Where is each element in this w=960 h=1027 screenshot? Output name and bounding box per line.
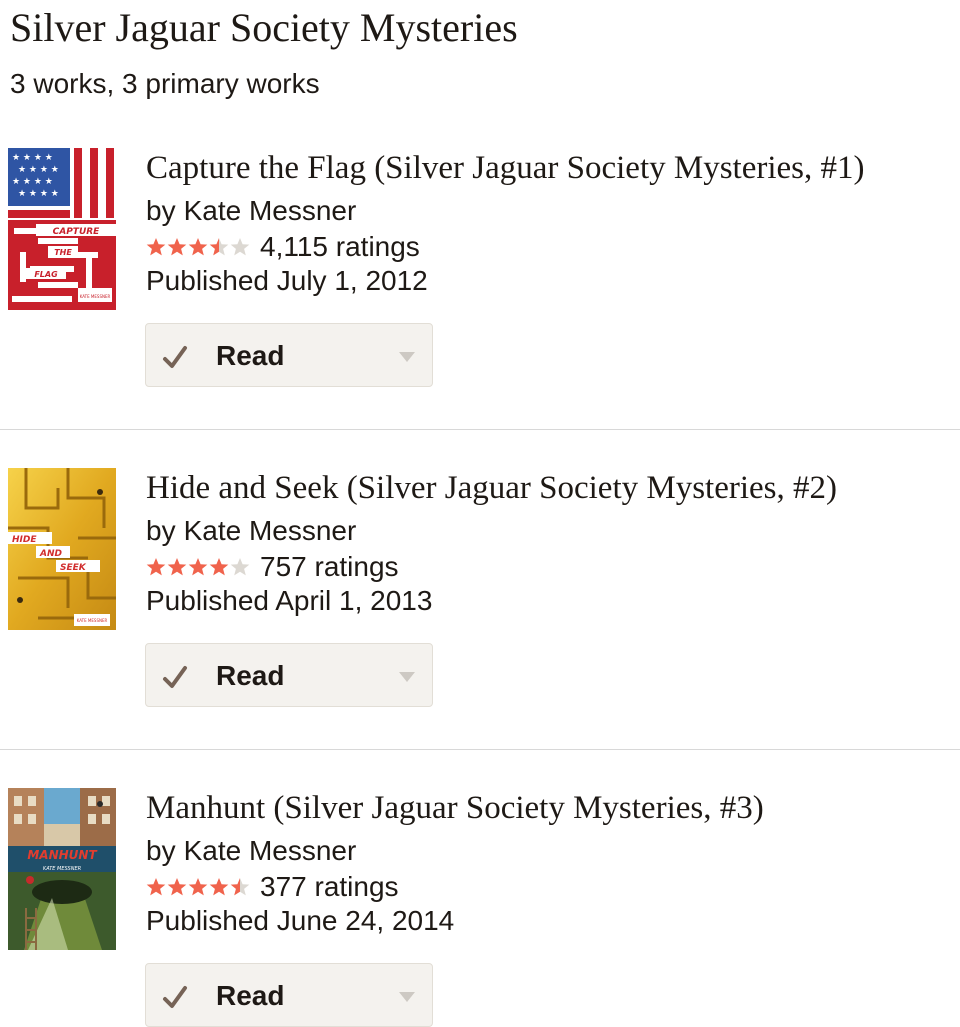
star-filled-icon	[167, 558, 187, 576]
book-cover[interactable]: MANHUNT KATE MESSNER	[8, 788, 116, 950]
star-filled-icon	[146, 238, 166, 256]
chevron-down-icon[interactable]	[399, 352, 415, 362]
star-rating	[146, 237, 250, 257]
book-title-link[interactable]: Capture the Flag (Silver Jaguar Society …	[146, 148, 865, 188]
shelf-label: Read	[216, 660, 285, 691]
star-half-icon	[230, 878, 250, 896]
author-link[interactable]: Kate Messner	[184, 835, 357, 866]
chevron-down-icon[interactable]	[399, 992, 415, 1002]
author-line: by Kate Messner	[146, 514, 356, 548]
svg-text:★ ★ ★ ★: ★ ★ ★ ★	[18, 165, 59, 175]
works-count: 3 works, 3 primary works	[10, 68, 320, 99]
shelf-label: Read	[216, 980, 285, 1011]
star-filled-icon	[188, 238, 208, 256]
divider	[0, 749, 960, 750]
chevron-down-icon[interactable]	[399, 672, 415, 682]
star-rating	[146, 877, 250, 897]
svg-text:HIDE: HIDE	[12, 535, 37, 545]
svg-text:KATE MESSNER: KATE MESSNER	[77, 618, 108, 623]
star-empty-icon	[230, 238, 250, 256]
by-label: by	[146, 835, 176, 866]
author-line: by Kate Messner	[146, 834, 356, 868]
star-half-icon	[209, 238, 229, 256]
svg-text:★ ★ ★ ★: ★ ★ ★ ★	[12, 177, 53, 187]
shelf-status-button[interactable]: Read	[145, 963, 433, 1027]
shelf-status-button[interactable]: Read	[145, 643, 433, 707]
star-filled-icon	[209, 878, 229, 896]
ratings-count: 377 ratings	[260, 871, 399, 902]
star-filled-icon	[146, 878, 166, 896]
capture-the-flag-cover-art: ★ ★ ★ ★ ★ ★ ★ ★ ★ ★ ★ ★ ★ ★ ★ ★ CAPTURE …	[8, 148, 116, 310]
shelf-label: Read	[216, 340, 285, 371]
book-cover[interactable]: ★ ★ ★ ★ ★ ★ ★ ★ ★ ★ ★ ★ ★ ★ ★ ★ CAPTURE …	[8, 148, 116, 310]
checkmark-icon	[163, 666, 187, 688]
svg-text:★ ★ ★ ★: ★ ★ ★ ★	[18, 189, 59, 199]
star-filled-icon	[209, 558, 229, 576]
rating-row: 4,115 ratings	[146, 230, 420, 264]
manhunt-cover-art: MANHUNT KATE MESSNER	[8, 788, 116, 950]
published-date: Published April 1, 2013	[146, 585, 433, 616]
svg-text:KATE MESSNER: KATE MESSNER	[43, 866, 81, 872]
book-cover[interactable]: HIDE AND SEEK KATE MESSNER	[8, 468, 116, 630]
series-title: Silver Jaguar Society Mysteries	[10, 5, 518, 50]
star-filled-icon	[167, 238, 187, 256]
star-filled-icon	[146, 558, 166, 576]
rating-row: 757 ratings	[146, 550, 399, 584]
divider	[0, 429, 960, 430]
ratings-count: 4,115 ratings	[260, 231, 420, 262]
published-date: Published June 24, 2014	[146, 905, 455, 936]
star-empty-icon	[230, 558, 250, 576]
svg-text:THE: THE	[54, 248, 72, 257]
by-label: by	[146, 515, 176, 546]
rating-row: 377 ratings	[146, 870, 399, 904]
svg-text:FLAG: FLAG	[34, 270, 58, 279]
checkmark-icon	[163, 986, 187, 1008]
author-link[interactable]: Kate Messner	[184, 195, 357, 226]
svg-text:★ ★ ★ ★: ★ ★ ★ ★	[12, 153, 53, 163]
by-label: by	[146, 195, 176, 226]
author-link[interactable]: Kate Messner	[184, 515, 357, 546]
hide-and-seek-cover-art: HIDE AND SEEK KATE MESSNER	[8, 468, 116, 630]
svg-text:MANHUNT: MANHUNT	[27, 848, 97, 862]
star-filled-icon	[188, 878, 208, 896]
checkmark-icon	[163, 346, 187, 368]
book-title-link[interactable]: Hide and Seek (Silver Jaguar Society Mys…	[146, 468, 837, 508]
star-filled-icon	[188, 558, 208, 576]
author-line: by Kate Messner	[146, 194, 356, 228]
published-date: Published July 1, 2012	[146, 265, 428, 296]
star-rating	[146, 557, 250, 577]
book-title-link[interactable]: Manhunt (Silver Jaguar Society Mysteries…	[146, 788, 764, 828]
shelf-status-button[interactable]: Read	[145, 323, 433, 387]
svg-text:CAPTURE: CAPTURE	[53, 227, 101, 237]
svg-text:AND: AND	[39, 549, 62, 559]
ratings-count: 757 ratings	[260, 551, 399, 582]
svg-text:KATE MESSNER: KATE MESSNER	[80, 294, 111, 299]
star-filled-icon	[167, 878, 187, 896]
svg-text:SEEK: SEEK	[60, 563, 87, 573]
